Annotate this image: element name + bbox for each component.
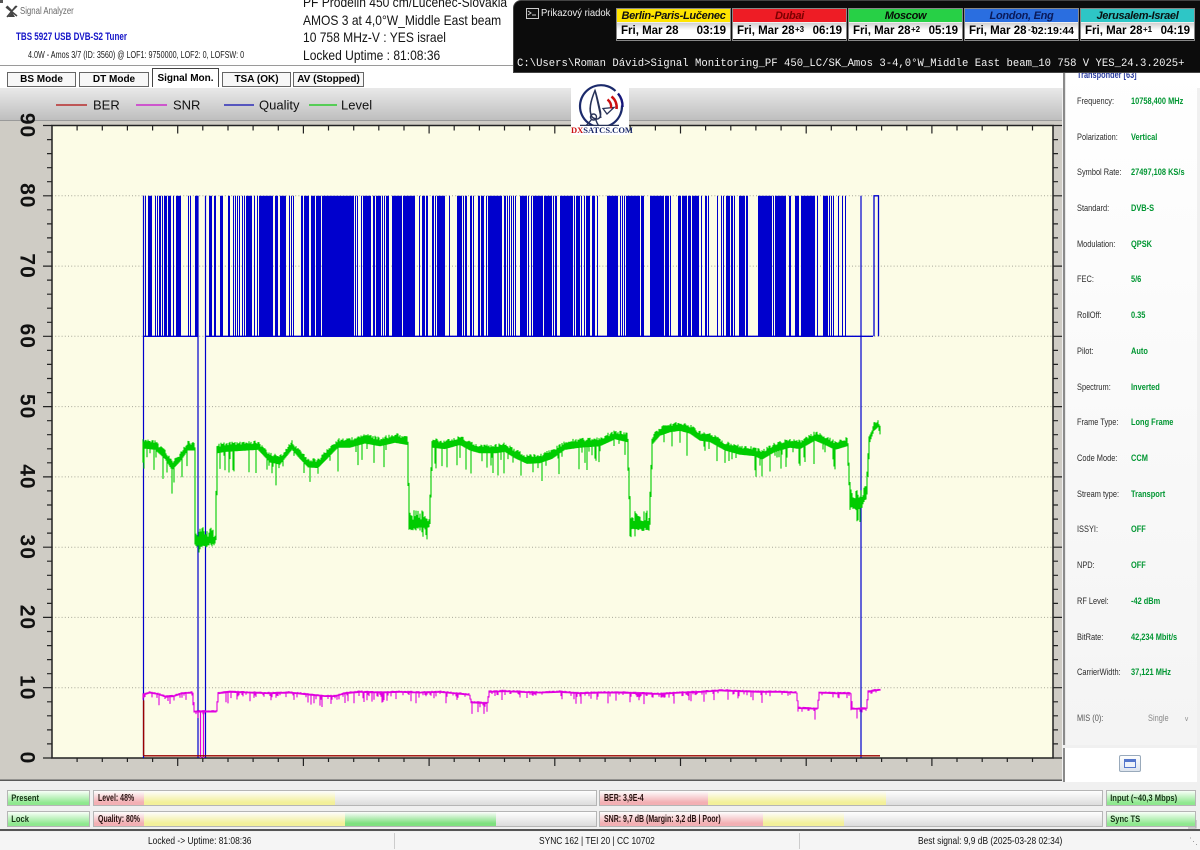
svg-text:0: 0 (16, 752, 39, 765)
svg-text:50: 50 (16, 394, 39, 419)
svg-text:90: 90 (16, 113, 39, 138)
svg-text:40: 40 (16, 464, 39, 489)
svg-text:SNR: SNR (173, 98, 200, 113)
svg-text:Level: Level (341, 98, 372, 113)
svg-text:Quality: Quality (259, 98, 300, 113)
svg-text:30: 30 (16, 535, 39, 560)
svg-text:70: 70 (16, 253, 39, 278)
svg-text:60: 60 (16, 324, 39, 349)
svg-text:10: 10 (16, 675, 39, 700)
svg-text:BER: BER (93, 98, 120, 113)
svg-text:20: 20 (16, 605, 39, 630)
svg-text:80: 80 (16, 183, 39, 208)
